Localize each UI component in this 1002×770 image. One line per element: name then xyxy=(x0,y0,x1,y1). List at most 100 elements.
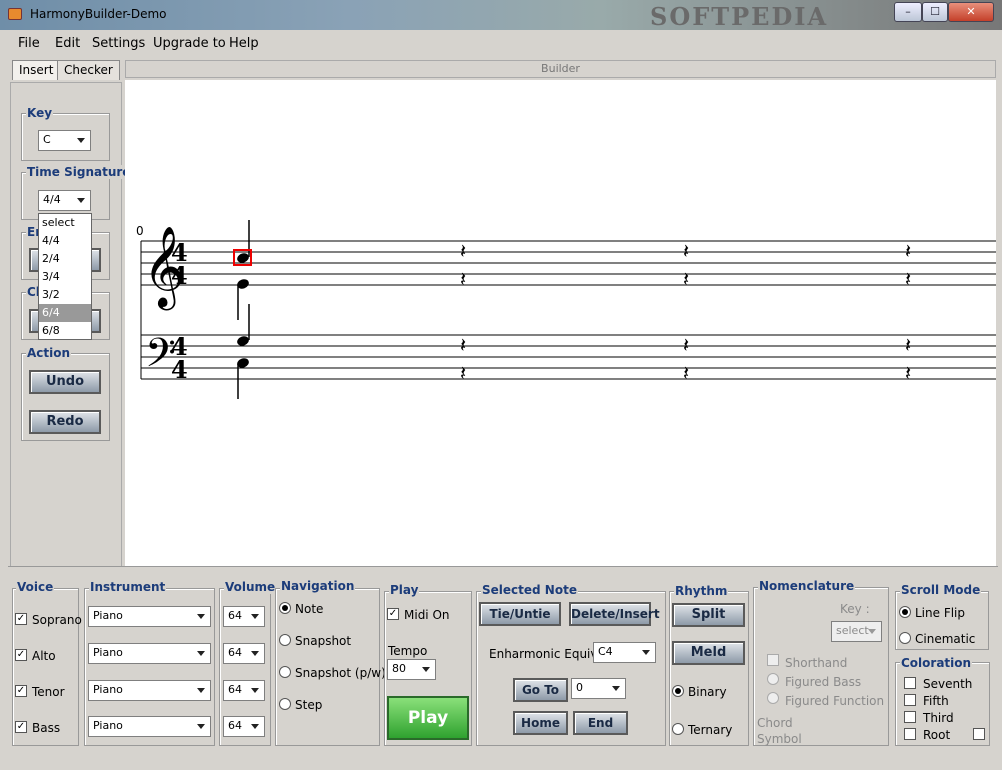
time-signature-dropdown[interactable]: select 4/4 2/4 3/4 3/2 6/4 6/8 xyxy=(38,213,92,340)
midi-on-checkbox[interactable]: ✓ xyxy=(387,608,399,620)
play-button[interactable]: Play xyxy=(387,696,469,740)
menu-file[interactable]: File xyxy=(18,36,40,51)
delete-insert-button[interactable]: Delete/Insert xyxy=(569,602,660,626)
snapshot-radio[interactable] xyxy=(279,634,291,646)
home-button[interactable]: Home xyxy=(513,711,568,735)
menu-upgrade[interactable]: Upgrade to xyxy=(153,36,226,51)
ternary-label: Ternary xyxy=(688,723,733,737)
time-signature-label: Time Signature xyxy=(26,165,132,179)
meld-button[interactable]: Meld xyxy=(672,641,745,665)
scroll-mode-label: Scroll Mode xyxy=(900,583,982,597)
binary-radio[interactable] xyxy=(672,685,684,697)
dropdown-option[interactable]: 3/4 xyxy=(39,268,91,286)
seventh-label: Seventh xyxy=(923,677,973,691)
menu-settings[interactable]: Settings xyxy=(92,36,145,51)
dropdown-option[interactable]: 2/4 xyxy=(39,250,91,268)
chord-notes[interactable] xyxy=(233,220,252,399)
line-flip-label: Line Flip xyxy=(915,606,966,620)
staff-svg[interactable]: 𝄞 𝄢 4 4 4 4 0 𝄽𝄽 𝄽𝄽 𝄽𝄽 𝄽𝄽 𝄽𝄽 𝄽𝄽 xyxy=(125,80,996,567)
soprano-instrument-select[interactable]: Piano xyxy=(88,606,211,627)
line-flip-radio[interactable] xyxy=(899,606,911,618)
goto-button[interactable]: Go To xyxy=(513,678,568,702)
alto-label: Alto xyxy=(32,649,56,663)
minimize-button[interactable]: – xyxy=(894,2,922,22)
time-sig-bottom-bass: 4 xyxy=(171,355,188,384)
instrument-value: Piano xyxy=(93,683,123,696)
figured-function-label: Figured Function xyxy=(785,694,885,708)
seventh-checkbox[interactable] xyxy=(904,677,916,689)
third-label: Third xyxy=(923,711,954,725)
chevron-down-icon xyxy=(197,614,205,619)
tab-checker[interactable]: Checker xyxy=(57,60,120,80)
dropdown-option-highlighted[interactable]: 6/4 xyxy=(39,304,91,322)
svg-text:𝄽: 𝄽 xyxy=(460,333,466,357)
close-button[interactable]: ✕ xyxy=(948,2,994,22)
figured-bass-radio[interactable] xyxy=(767,673,779,685)
bass-instrument-select[interactable]: Piano xyxy=(88,716,211,737)
tenor-instrument-select[interactable]: Piano xyxy=(88,680,211,701)
root-checkbox[interactable] xyxy=(904,728,916,740)
instrument-value: Piano xyxy=(93,609,123,622)
instrument-value: Piano xyxy=(93,646,123,659)
tenor-volume-select[interactable]: 64 xyxy=(223,680,265,701)
dropdown-option[interactable]: 4/4 xyxy=(39,232,91,250)
instrument-label: Instrument xyxy=(89,580,167,594)
maximize-button[interactable]: ☐ xyxy=(922,2,948,22)
cinematic-label: Cinematic xyxy=(915,632,976,646)
goto-select[interactable]: 0 xyxy=(571,678,626,699)
figured-function-radio[interactable] xyxy=(767,692,779,704)
tempo-select[interactable]: 80 xyxy=(387,659,436,680)
play-label: Play xyxy=(389,583,420,597)
chevron-down-icon xyxy=(197,688,205,693)
nomenclature-key-select[interactable]: select xyxy=(831,621,882,642)
title-bar[interactable]: HarmonyBuilder-Demo SOFTPEDIA – ☐ ✕ xyxy=(0,0,1002,31)
ternary-radio[interactable] xyxy=(672,723,684,735)
shorthand-checkbox[interactable] xyxy=(767,654,779,666)
fifth-checkbox[interactable] xyxy=(904,694,916,706)
watermark: SOFTPEDIA xyxy=(650,2,829,31)
rhythm-label: Rhythm xyxy=(674,584,729,598)
enharmonic-select[interactable]: C4 xyxy=(593,642,656,663)
tenor-checkbox[interactable]: ✓ xyxy=(15,685,27,697)
chevron-down-icon xyxy=(77,198,85,203)
snapshot-label: Snapshot xyxy=(295,634,352,648)
extra-checkbox[interactable] xyxy=(973,728,985,740)
third-checkbox[interactable] xyxy=(904,711,916,723)
step-radio[interactable] xyxy=(279,698,291,710)
note-radio[interactable] xyxy=(279,602,291,614)
undo-button[interactable]: Undo xyxy=(29,370,101,394)
volume-label: Volume xyxy=(224,580,277,594)
binary-label: Binary xyxy=(688,685,727,699)
coloration-label: Coloration xyxy=(900,656,973,670)
alto-volume-select[interactable]: 64 xyxy=(223,643,265,664)
bass-volume-select[interactable]: 64 xyxy=(223,716,265,737)
score-canvas[interactable]: 𝄞 𝄢 4 4 4 4 0 𝄽 𝄽 𝄽 𝄽 𝄽 𝄽 𝄽 𝄽 𝄽 𝄽 𝄽 𝄽 xyxy=(125,80,996,567)
time-signature-select[interactable]: 4/4 xyxy=(38,190,91,211)
bass-checkbox[interactable]: ✓ xyxy=(15,721,27,733)
tab-insert[interactable]: Insert xyxy=(12,60,61,80)
nomenclature-label: Nomenclature xyxy=(758,579,856,593)
menu-edit[interactable]: Edit xyxy=(55,36,80,51)
voice-label: Voice xyxy=(16,580,55,594)
cinematic-radio[interactable] xyxy=(899,632,911,644)
nomenclature-key-label: Key : xyxy=(840,602,870,616)
dropdown-option[interactable]: 3/2 xyxy=(39,286,91,304)
redo-button[interactable]: Redo xyxy=(29,410,101,434)
alto-instrument-select[interactable]: Piano xyxy=(88,643,211,664)
builder-label: Builder xyxy=(125,60,996,78)
split-button[interactable]: Split xyxy=(672,603,745,627)
alto-checkbox[interactable]: ✓ xyxy=(15,649,27,661)
volume-value: 64 xyxy=(228,719,242,732)
tie-untie-button[interactable]: Tie/Untie xyxy=(479,602,561,626)
dropdown-option[interactable]: 6/8 xyxy=(39,322,91,340)
snapshot-pw-radio[interactable] xyxy=(279,666,291,678)
enharmonic-label: Enharmonic Equiv. xyxy=(489,647,601,661)
key-select[interactable]: C xyxy=(38,130,91,151)
soprano-checkbox[interactable]: ✓ xyxy=(15,613,27,625)
svg-text:𝄽: 𝄽 xyxy=(683,239,689,263)
menu-help[interactable]: Help xyxy=(229,36,259,51)
soprano-volume-select[interactable]: 64 xyxy=(223,606,265,627)
nomenclature-key-value: select xyxy=(836,624,869,637)
dropdown-option[interactable]: select xyxy=(39,214,91,232)
end-button[interactable]: End xyxy=(573,711,628,735)
